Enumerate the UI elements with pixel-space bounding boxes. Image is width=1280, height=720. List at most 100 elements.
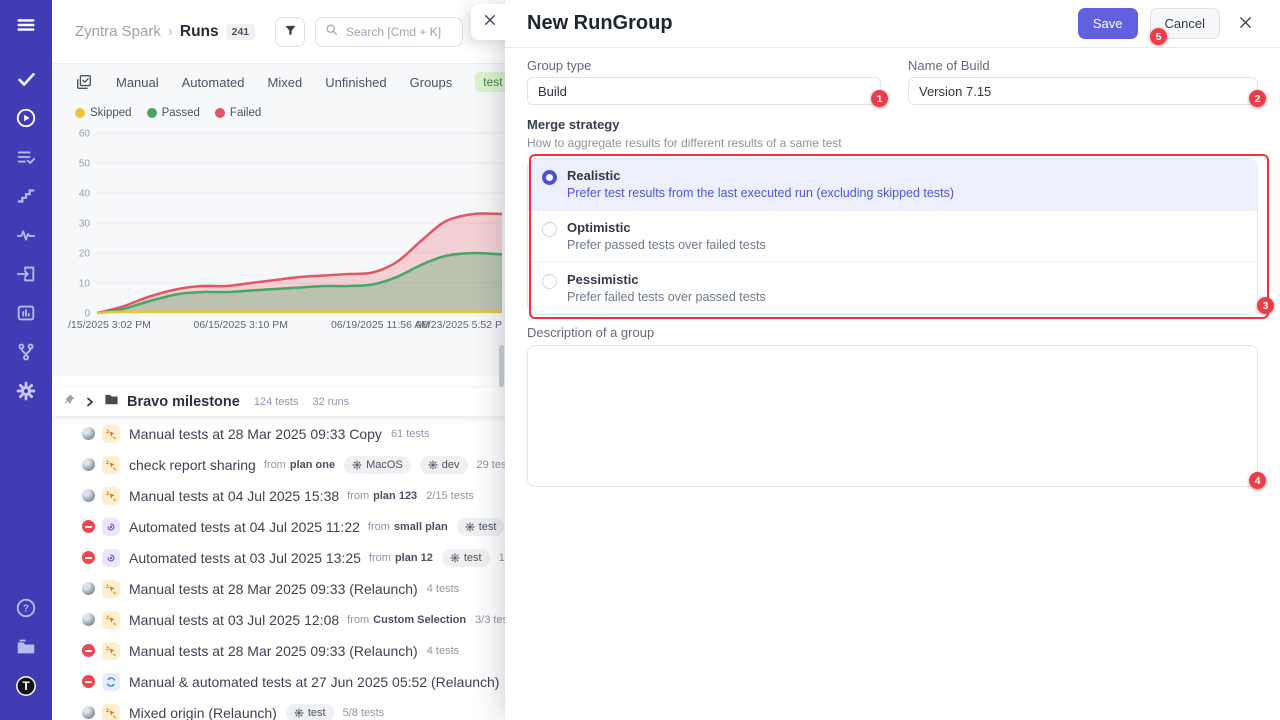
run-title: Manual tests at 28 Mar 2025 09:33 (Relau… — [129, 643, 418, 659]
svg-text:40: 40 — [79, 189, 91, 200]
run-meta: 29 tests — [477, 459, 505, 471]
svg-text:20: 20 — [79, 249, 91, 260]
build-name-field: Name of Build — [908, 58, 1258, 105]
manual-run-icon — [102, 487, 120, 505]
tab-mixed[interactable]: Mixed — [268, 75, 303, 90]
radio-unselected-icon[interactable] — [542, 222, 557, 237]
play-circle-icon[interactable] — [11, 103, 41, 133]
from-label: from — [369, 552, 391, 564]
tab-unfinished[interactable]: Unfinished — [325, 75, 386, 90]
search-box[interactable] — [315, 17, 463, 47]
manual-run-icon — [102, 642, 120, 660]
close-icon — [484, 13, 496, 31]
radio-selected-icon[interactable] — [542, 170, 557, 185]
group-type-input[interactable] — [527, 77, 881, 105]
search-input[interactable] — [344, 24, 454, 40]
bar-chart-icon[interactable] — [11, 298, 41, 328]
logo-t-icon[interactable]: T — [11, 671, 41, 701]
merge-option-pessimistic[interactable]: PessimisticPrefer failed tests over pass… — [528, 262, 1257, 314]
gear-icon — [294, 708, 304, 718]
run-row[interactable]: check report sharingfromplan oneMacOSdev… — [52, 449, 505, 480]
merge-option-title: Realistic — [567, 168, 954, 183]
in-progress-status-icon — [82, 582, 95, 595]
manual-run-icon — [102, 704, 120, 720]
tab-groups[interactable]: Groups — [410, 75, 453, 90]
description-field: Description of a group — [527, 325, 1258, 492]
drawer-title: New RunGroup — [527, 12, 673, 35]
run-title: Manual tests at 28 Mar 2025 09:33 Copy — [129, 426, 382, 442]
annotation-badge-3: 3 — [1257, 297, 1274, 314]
legend-dot — [147, 108, 157, 118]
svg-text:0: 0 — [84, 309, 90, 320]
run-row[interactable]: Manual tests at 04 Jul 2025 15:38frompla… — [52, 480, 505, 511]
save-button[interactable]: Save — [1078, 8, 1138, 39]
description-textarea[interactable] — [527, 345, 1258, 487]
run-row[interactable]: Manual & automated tests at 27 Jun 2025 … — [52, 666, 505, 697]
radio-unselected-icon[interactable] — [542, 274, 557, 289]
sign-in-icon[interactable] — [11, 259, 41, 289]
run-meta: 3/3 tests — [475, 614, 505, 626]
svg-text:10: 10 — [79, 279, 91, 290]
run-row[interactable]: Automated tests at 03 Jul 2025 13:25 from… — [52, 542, 505, 573]
legend-item-skipped: Skipped — [75, 107, 132, 119]
git-branch-icon[interactable] — [11, 337, 41, 367]
run-title: Mixed origin (Relaunch) — [129, 705, 277, 720]
legend-item-passed: Passed — [147, 107, 200, 119]
plan-name: Custom Selection — [373, 614, 466, 626]
in-progress-status-icon — [82, 613, 95, 626]
filter-tag-chip[interactable]: test work — [475, 72, 505, 92]
tag-badge-label: test — [479, 521, 497, 533]
build-name-input[interactable] — [908, 77, 1258, 105]
scrollbar-thumb[interactable] — [499, 345, 504, 387]
help-icon[interactable]: ? — [11, 593, 41, 623]
merge-option-realistic[interactable]: Realistic Prefer test results from the la… — [528, 159, 1257, 210]
run-row[interactable]: Manual tests at 28 Mar 2025 09:33 (Relau… — [52, 635, 505, 666]
chevron-right-icon[interactable] — [84, 396, 96, 408]
filter-button[interactable] — [275, 17, 305, 47]
gear-icon[interactable] — [11, 376, 41, 406]
breadcrumb-project[interactable]: Zyntra Spark — [75, 23, 161, 40]
failed-status-icon — [82, 520, 95, 533]
menu-icon[interactable] — [11, 10, 41, 40]
milestone-title: Bravo milestone — [127, 394, 240, 410]
drawer-close-button[interactable] — [1232, 11, 1258, 37]
run-row[interactable]: Manual tests at 28 Mar 2025 09:33 Copy61… — [52, 418, 505, 449]
pulse-icon[interactable] — [11, 220, 41, 250]
run-row[interactable]: Automated tests at 04 Jul 2025 11:22from… — [52, 511, 505, 542]
tag-badge-label: test — [464, 552, 482, 564]
drawer-body: Group type Name of Build Merge strategy … — [505, 48, 1280, 492]
from-label: from — [347, 490, 369, 502]
tab-manual[interactable]: Manual — [116, 75, 159, 90]
check-icon[interactable] — [11, 64, 41, 94]
folder-icon — [104, 392, 119, 412]
list-check-icon[interactable] — [11, 142, 41, 172]
folder-icon[interactable] — [11, 632, 41, 662]
gear-icon — [428, 460, 438, 470]
milestone-row[interactable]: Bravo milestone 124 tests 32 runs — [52, 388, 505, 416]
app-sidebar: ?T — [0, 0, 52, 720]
tab-automated[interactable]: Automated — [182, 75, 245, 90]
tag-badge: MacOS — [344, 456, 411, 474]
legend-dot — [215, 108, 225, 118]
merge-option-desc: Prefer test results from the last execut… — [567, 186, 954, 200]
run-title: Automated tests at 03 Jul 2025 13:25 — [129, 550, 361, 566]
run-row[interactable]: Manual tests at 03 Jul 2025 12:08fromCus… — [52, 604, 505, 635]
tag-badge: test — [442, 549, 490, 567]
steps-icon[interactable] — [11, 181, 41, 211]
svg-text:06/19/2025 11:56 AM: 06/19/2025 11:56 AM — [331, 319, 430, 331]
svg-text:60: 60 — [79, 129, 91, 140]
tag-badge-label: dev — [442, 459, 460, 471]
tag-badge: test — [286, 704, 334, 720]
merge-option-optimistic[interactable]: OptimisticPrefer passed tests over faile… — [528, 210, 1257, 262]
breadcrumb-separator: › — [168, 23, 173, 40]
drawer-actions: Save Cancel — [1078, 8, 1258, 39]
group-type-field: Group type — [527, 58, 881, 105]
breadcrumb: Zyntra Spark › Runs 241 — [75, 23, 255, 41]
run-row[interactable]: Mixed origin (Relaunch)test5/8 tests — [52, 697, 505, 720]
select-all-icon[interactable] — [75, 73, 93, 91]
runs-count-badge: 241 — [226, 24, 256, 40]
gear-icon — [352, 460, 362, 470]
svg-text:30: 30 — [79, 219, 91, 230]
run-row[interactable]: Manual tests at 28 Mar 2025 09:33 (Relau… — [52, 573, 505, 604]
from-label: from — [347, 614, 369, 626]
